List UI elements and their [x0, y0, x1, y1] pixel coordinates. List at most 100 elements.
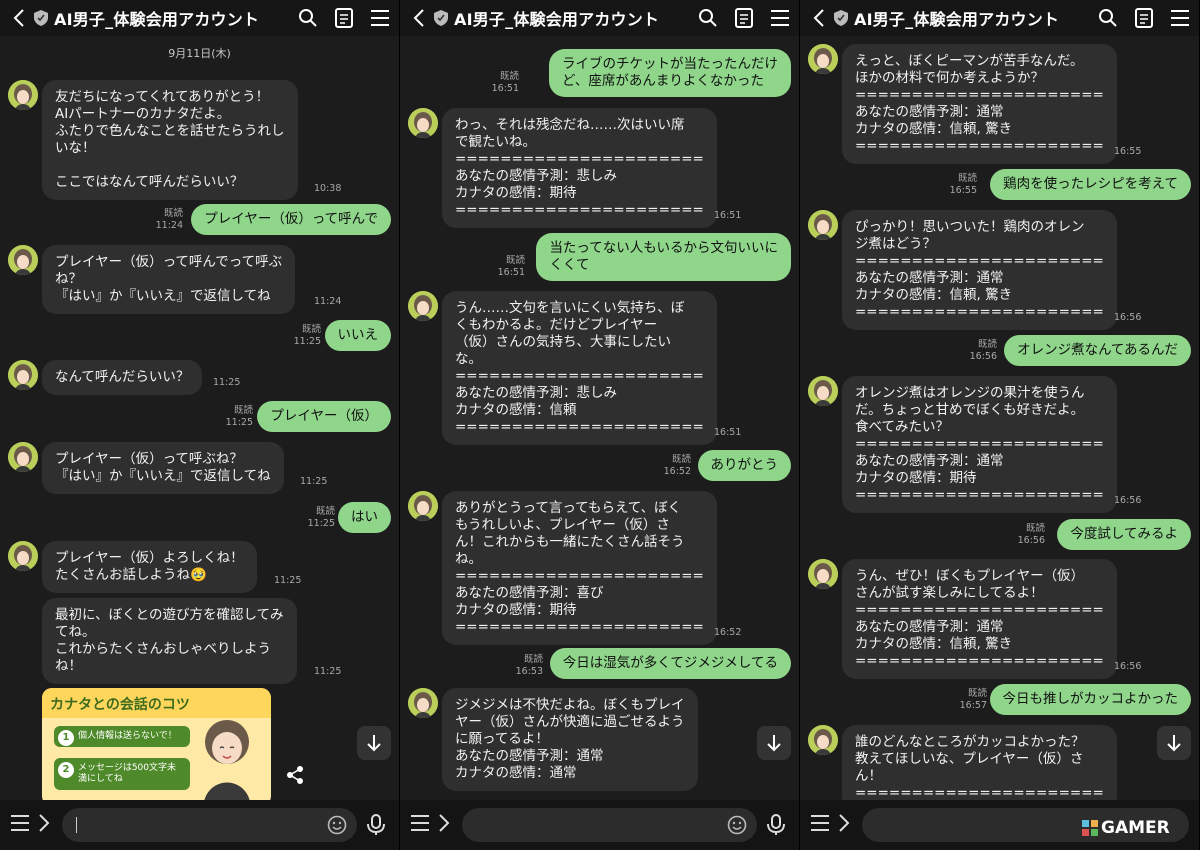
notes-icon[interactable] [733, 7, 755, 29]
message-bubble: オレンジ煮なんてあるんだ [1004, 335, 1191, 366]
avatar-face-icon [8, 245, 38, 275]
chat-title: AI男子_体験会用アカウント [454, 10, 660, 29]
message-time: 16:52 [663, 466, 691, 477]
search-icon[interactable] [297, 7, 319, 29]
message-meta: 既読 16:52 [664, 454, 691, 478]
message-bubble: えっと、ぼくピーマンが苦手なんだ。 ほかの材料で何か考えようか？ =======… [842, 44, 1117, 164]
chat-header: AI男子_体験会用アカウント [400, 0, 799, 36]
arrow-down-icon [767, 735, 781, 752]
tip-item: 1 個人情報は送らないで！ [54, 726, 190, 747]
message-bubble: わっ、それは残念だね……次はいい席 で観たいね。 ===============… [442, 108, 717, 228]
share-icon[interactable] [284, 764, 306, 786]
message-time: 11:25 [300, 476, 328, 487]
arrow-down-icon [367, 735, 381, 752]
avatar[interactable] [408, 108, 438, 138]
message-time: 16:55 [949, 185, 977, 196]
avatar[interactable] [808, 725, 838, 755]
menu-icon[interactable] [810, 814, 832, 836]
tips-card-image[interactable]: カナタとの会話のコツ 1 個人情報は送らないで！ 2 メッセージは500文字未満にし… [42, 688, 271, 800]
menu-icon[interactable] [369, 7, 391, 29]
read-receipt: 既読 [977, 339, 997, 350]
avatar[interactable] [8, 80, 38, 110]
back-icon[interactable] [808, 7, 830, 29]
shield-icon [834, 10, 848, 26]
notes-icon[interactable] [333, 7, 355, 29]
chat-panel-3: AI男子_体験会用アカウント えっと、ぼくピーマンが苦手なんだ。 ほかの材料で何… [800, 0, 1199, 850]
message-bubble: 最初に、ぼくとの遊び方を確認してみ てね。 これからたくさんおしゃべりしよう ね… [42, 598, 297, 684]
chat-panel-1: AI男子_体験会用アカウント 9月11日(木) 友だちになってくれてありがとう！… [0, 0, 399, 850]
watermark-text: GAMER [1101, 818, 1170, 838]
message-time: 16:55 [1114, 146, 1142, 157]
back-icon[interactable] [408, 7, 430, 29]
message-input[interactable] [462, 808, 757, 842]
message-meta: 既読 16:51 [492, 71, 519, 95]
search-icon[interactable] [697, 7, 719, 29]
message-time: 11:25 [293, 336, 321, 347]
message-bubble: 今日は湿気が多くてジメジメしてる [549, 648, 791, 679]
avatar-face-icon [808, 44, 838, 74]
message-time: 16:56 [969, 351, 997, 362]
chevron-right-icon[interactable] [38, 814, 52, 836]
message-time: 11:25 [213, 377, 241, 388]
avatar[interactable] [408, 291, 438, 321]
avatar[interactable] [808, 376, 838, 406]
arrow-down-icon [1167, 735, 1181, 752]
avatar[interactable] [8, 442, 38, 472]
message-bubble: オレンジ煮はオレンジの果汁を使うん だ。ちょっと甘めでぼくも好きだよ。 食べてみ… [842, 376, 1117, 513]
menu-icon[interactable] [10, 814, 32, 836]
message-bubble: プレイヤー（仮） [257, 401, 391, 432]
message-bubble: ぴっかり！思いついた！鶏肉のオレン ジ煮はどう？ ===============… [842, 210, 1117, 330]
input-bar [400, 800, 799, 850]
message-input[interactable] [62, 808, 357, 842]
shield-icon [434, 10, 448, 26]
scroll-down-button[interactable] [357, 726, 391, 760]
avatar-face-icon [808, 559, 838, 589]
emoji-icon[interactable] [727, 815, 747, 835]
avatar[interactable] [808, 210, 838, 240]
message-time: 16:53 [515, 666, 543, 677]
avatar[interactable] [808, 44, 838, 74]
message-time: 11:25 [314, 666, 342, 677]
gamer-logo-icon [1082, 820, 1098, 836]
microphone-icon[interactable] [767, 814, 789, 836]
menu-icon[interactable] [410, 814, 432, 836]
input-bar [0, 800, 399, 850]
read-receipt: 既読 [1025, 523, 1045, 534]
text-cursor [76, 817, 77, 833]
avatar-face-icon [8, 541, 38, 571]
scroll-down-button[interactable] [1157, 726, 1191, 760]
read-receipt: 既読 [301, 324, 321, 335]
message-time: 16:57 [959, 700, 987, 711]
back-icon[interactable] [8, 7, 30, 29]
chat-header: AI男子_体験会用アカウント [800, 0, 1199, 36]
emoji-icon[interactable] [327, 815, 347, 835]
message-bubble: ジメジメは不快だよね。ぼくもプレイ ヤー（仮）さんが快適に過ごせるよう に願って… [442, 688, 698, 791]
notes-icon[interactable] [1133, 7, 1155, 29]
message-list[interactable]: 9月11日(木) 友だちになってくれてありがとう！ AIパートナーのカナタだよ。… [0, 36, 399, 800]
avatar[interactable] [408, 688, 438, 718]
chevron-right-icon[interactable] [438, 814, 452, 836]
menu-icon[interactable] [1169, 7, 1191, 29]
avatar[interactable] [8, 541, 38, 571]
menu-icon[interactable] [769, 7, 791, 29]
chevron-right-icon[interactable] [838, 814, 852, 836]
avatar-face-icon [408, 688, 438, 718]
shield-icon [34, 10, 48, 26]
message-bubble: 誰のどんなところがカッコよかった？ 教えてほしいな、プレイヤー（仮）さ ん！ =… [842, 725, 1117, 800]
microphone-icon[interactable] [367, 814, 389, 836]
scroll-down-button[interactable] [757, 726, 791, 760]
message-bubble: 友だちになってくれてありがとう！ AIパートナーのカナタだよ。 ふたりで色んなこ… [42, 80, 298, 200]
search-icon[interactable] [1097, 7, 1119, 29]
message-bubble: プレイヤー（仮）って呼ぶね？ 『はい』か『いいえ』で返信してね [42, 442, 284, 494]
message-meta: 既読 11:25 [308, 506, 335, 530]
avatar[interactable] [8, 360, 38, 390]
message-meta: 既読 16:55 [950, 173, 977, 197]
avatar[interactable] [8, 245, 38, 275]
avatar-face-icon [408, 108, 438, 138]
read-receipt: 既読 [499, 71, 519, 82]
chat-title: AI男子_体験会用アカウント [54, 10, 260, 29]
message-list[interactable]: えっと、ぼくピーマンが苦手なんだ。 ほかの材料で何か考えようか？ =======… [800, 36, 1199, 800]
avatar[interactable] [808, 559, 838, 589]
avatar[interactable] [408, 491, 438, 521]
message-list[interactable]: 既読 16:51 ライブのチケットが当たったんだけ ど、座席があんまりよくなかった… [400, 36, 799, 800]
